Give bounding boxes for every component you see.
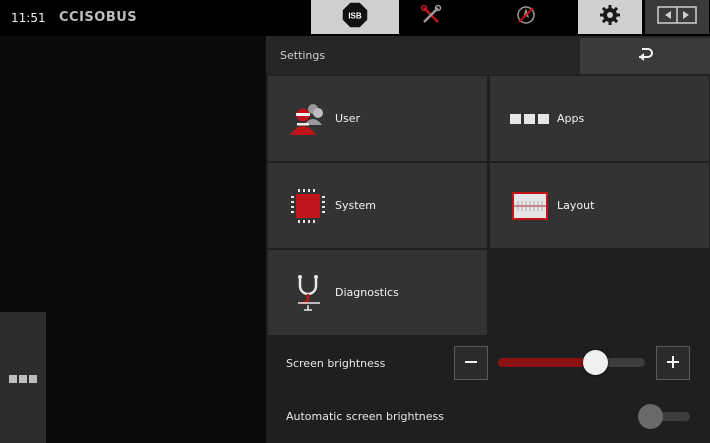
settings-panel: Settings User Apps System Layout Diagnos… xyxy=(266,36,710,443)
navigation-button[interactable] xyxy=(495,0,557,34)
brightness-increase-button[interactable] xyxy=(656,346,690,380)
tools-crossed-icon xyxy=(420,4,442,30)
navigation-disabled-icon xyxy=(515,4,537,30)
tile-layout[interactable]: Layout xyxy=(490,163,709,248)
auto-brightness-toggle-thumb[interactable] xyxy=(638,404,663,429)
tile-diagnostics[interactable]: Diagnostics xyxy=(268,250,487,335)
minus-icon xyxy=(464,354,478,373)
chip-icon xyxy=(284,186,332,226)
settings-button[interactable] xyxy=(578,0,642,34)
plus-icon xyxy=(666,354,680,373)
auto-brightness-toggle[interactable] xyxy=(638,404,690,429)
brand-logo: CCISOBUS xyxy=(59,10,138,25)
tile-label: Apps xyxy=(557,112,585,125)
isb-label: ISB xyxy=(348,12,362,21)
swap-screens-button[interactable] xyxy=(645,0,709,34)
stethoscope-icon xyxy=(284,273,332,313)
brightness-label: Screen brightness xyxy=(286,357,386,370)
return-arrow-icon xyxy=(636,46,654,66)
three-squares-icon xyxy=(9,368,37,387)
apps-menu-tab[interactable] xyxy=(0,312,46,443)
gear-icon xyxy=(599,4,621,30)
tile-label: Diagnostics xyxy=(335,286,399,299)
top-bar: 11:51 CCISOBUS ISB xyxy=(0,0,710,36)
page-title: Settings xyxy=(280,49,326,62)
tile-label: Layout xyxy=(557,199,595,212)
brightness-decrease-button[interactable] xyxy=(454,346,488,380)
tile-label: User xyxy=(335,112,361,125)
brightness-slider-thumb[interactable] xyxy=(582,350,608,375)
tile-system[interactable]: System xyxy=(268,163,487,248)
apps-squares-icon xyxy=(506,99,554,139)
user-group-icon xyxy=(284,99,332,139)
isb-button[interactable]: ISB xyxy=(311,0,399,34)
tile-apps[interactable]: Apps xyxy=(490,76,709,161)
settings-header: Settings xyxy=(266,36,710,75)
auto-brightness-label: Automatic screen brightness xyxy=(286,410,445,423)
brightness-slider[interactable] xyxy=(498,350,645,375)
brightness-slider-fill xyxy=(498,358,595,367)
tools-button[interactable] xyxy=(400,0,462,34)
back-button[interactable] xyxy=(580,38,710,74)
tile-label: System xyxy=(335,199,377,212)
tile-user[interactable]: User xyxy=(268,76,487,161)
layout-screen-icon xyxy=(506,186,554,226)
clock: 11:51 xyxy=(11,11,46,25)
isb-octagon-icon: ISB xyxy=(341,1,369,33)
swap-screens-icon xyxy=(657,6,697,28)
